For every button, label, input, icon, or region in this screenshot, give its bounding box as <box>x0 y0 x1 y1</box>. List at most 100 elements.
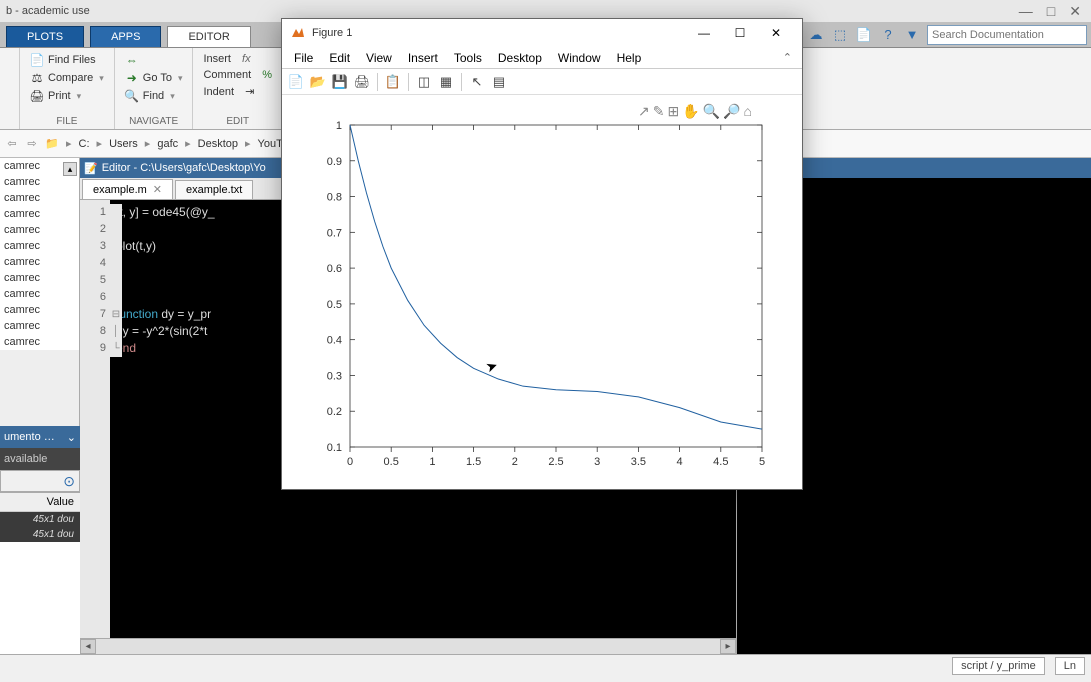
breadcrumb[interactable]: Users <box>109 138 138 150</box>
colorbar-icon[interactable]: ▦ <box>436 72 456 92</box>
chevron-down-icon: ▾ <box>99 73 104 84</box>
menu-help[interactable]: Help <box>609 49 650 67</box>
hscroll-right-icon[interactable]: ▸ <box>720 639 736 654</box>
main-window-title: b - academic use <box>6 5 90 17</box>
indent-icon: ⇥ <box>245 85 254 98</box>
quick-doc-icon[interactable]: 📄 <box>855 26 873 44</box>
tab-plots[interactable]: PLOTS <box>6 26 84 47</box>
compare-button[interactable]: ⚖Compare▾ <box>28 70 106 86</box>
editor-gutter: 123456789 <box>80 200 110 638</box>
left-column: camreccamreccamreccamreccamreccamreccamr… <box>0 158 80 654</box>
main-minimize-button[interactable]: — <box>1019 3 1033 19</box>
tab-editor[interactable]: EDITOR <box>167 26 250 47</box>
open-icon[interactable]: 📂 <box>308 72 328 92</box>
svg-text:1: 1 <box>429 456 435 468</box>
link-icon[interactable]: ◫ <box>414 72 434 92</box>
svg-text:0.8: 0.8 <box>327 192 342 204</box>
menu-desktop[interactable]: Desktop <box>490 49 550 67</box>
quick-layout-icon[interactable]: ⬚ <box>831 26 849 44</box>
figure-close-button[interactable]: ✕ <box>758 19 794 47</box>
svg-text:3.5: 3.5 <box>631 456 646 468</box>
group-label-navigate: NAVIGATE <box>123 116 185 127</box>
menu-collapse-icon[interactable]: ⌃ <box>783 51 798 64</box>
details-selected: available <box>0 448 80 470</box>
print-button[interactable]: 🖨Print▾ <box>28 88 106 104</box>
tab-apps[interactable]: APPS <box>90 26 161 47</box>
breadcrumb[interactable]: Desktop <box>198 138 238 150</box>
svg-text:0.9: 0.9 <box>327 156 342 168</box>
breadcrumb[interactable]: C: <box>79 138 90 150</box>
folder-icon[interactable]: 📁 <box>44 136 60 152</box>
find-files-button[interactable]: 📄Find Files <box>28 52 106 68</box>
svg-text:2.5: 2.5 <box>548 456 563 468</box>
menu-insert[interactable]: Insert <box>400 49 446 67</box>
workspace-panel: Value 45x1 dou 45x1 dou <box>0 492 80 654</box>
editor-tab[interactable]: example.txt <box>175 180 253 199</box>
menu-file[interactable]: File <box>286 49 321 67</box>
quick-help-icon[interactable]: ? <box>879 26 897 44</box>
nav-arrow-icon: ⇔ <box>125 53 139 67</box>
quick-addon-icon[interactable]: ☁ <box>807 26 825 44</box>
figure-menu-bar: File Edit View Insert Tools Desktop Wind… <box>282 47 802 69</box>
indent-button[interactable]: Indent ⇥ <box>201 84 274 99</box>
search-input[interactable] <box>927 25 1087 45</box>
workspace-col-header[interactable]: Value <box>0 493 80 512</box>
details-header[interactable]: umento … ⌄ <box>0 426 80 448</box>
find-files-icon: 📄 <box>30 53 44 67</box>
workspace-var-row[interactable]: 45x1 dou <box>0 527 80 542</box>
print-icon[interactable]: 🖨 <box>352 72 372 92</box>
pointer-icon[interactable]: ↖ <box>467 72 487 92</box>
menu-window[interactable]: Window <box>550 49 609 67</box>
percent-icon: % <box>262 69 272 81</box>
current-folder-panel: camreccamreccamreccamreccamreccamreccamr… <box>0 158 80 426</box>
close-icon[interactable]: ✕ <box>153 183 162 196</box>
panel-menu-icon[interactable]: ⊙ <box>63 473 75 490</box>
chevron-down-icon: ▾ <box>170 91 175 102</box>
find-button[interactable]: 🔍Find▾ <box>123 88 185 104</box>
workspace-header[interactable]: ⊙ <box>0 470 80 492</box>
figure-axes-area[interactable]: ↗ ✎ ⊞ ✋ 🔍 🔎 ⌂ 00.511.522.533.544.550.10.… <box>282 95 802 489</box>
breadcrumb[interactable]: gafc <box>157 138 178 150</box>
svg-text:4.5: 4.5 <box>713 456 728 468</box>
comment-button[interactable]: Comment % <box>201 68 274 82</box>
hscroll-left-icon[interactable]: ◂ <box>80 639 96 654</box>
goto-icon: ➜ <box>125 71 139 85</box>
svg-text:0.5: 0.5 <box>384 456 399 468</box>
workspace-var-row[interactable]: 45x1 dou <box>0 512 80 527</box>
figure-maximize-button[interactable]: ☐ <box>722 19 758 47</box>
group-label-file: FILE <box>28 116 106 127</box>
line-plot[interactable]: 00.511.522.533.544.550.10.20.30.40.50.60… <box>282 95 802 489</box>
scroll-up-icon[interactable]: ▴ <box>63 162 77 176</box>
figure-minimize-button[interactable]: — <box>686 19 722 47</box>
svg-text:0.1: 0.1 <box>327 442 342 454</box>
clipboard-icon[interactable]: 📋 <box>383 72 403 92</box>
back-icon[interactable]: ⇦ <box>4 136 20 152</box>
svg-text:4: 4 <box>677 456 683 468</box>
forward-icon[interactable]: ⇨ <box>24 136 40 152</box>
main-close-button[interactable]: ✕ <box>1069 3 1081 20</box>
menu-edit[interactable]: Edit <box>321 49 358 67</box>
nav-arrows-button[interactable]: ⇔ <box>123 52 185 68</box>
new-figure-icon[interactable]: 📄 <box>286 72 306 92</box>
status-bar: script / y_prime Ln <box>0 654 1091 676</box>
svg-text:0.2: 0.2 <box>327 406 342 418</box>
insert-button[interactable]: Insert fx <box>201 52 274 66</box>
matlab-icon <box>290 25 306 41</box>
group-label-edit: EDIT <box>201 116 274 127</box>
main-maximize-button[interactable]: □ <box>1047 3 1055 19</box>
menu-tools[interactable]: Tools <box>446 49 490 67</box>
fold-gutter[interactable]: ⊟│└ <box>110 204 122 357</box>
editor-hscroll[interactable]: ◂ ▸ <box>80 638 736 654</box>
figure-title-bar[interactable]: Figure 1 — ☐ ✕ <box>282 19 802 47</box>
svg-text:1.5: 1.5 <box>466 456 481 468</box>
editor-tab-active[interactable]: example.m ✕ <box>82 179 173 199</box>
quick-dropdown-icon[interactable]: ▼ <box>903 26 921 44</box>
editor-doc-icon: 📝 <box>84 162 98 175</box>
figure-window: Figure 1 — ☐ ✕ File Edit View Insert Too… <box>281 18 803 490</box>
fx-icon: fx <box>242 53 251 65</box>
figure-title-text: Figure 1 <box>312 27 686 39</box>
insert-legend-icon[interactable]: ▤ <box>489 72 509 92</box>
menu-view[interactable]: View <box>358 49 400 67</box>
goto-button[interactable]: ➜Go To▾ <box>123 70 185 86</box>
save-icon[interactable]: 💾 <box>330 72 350 92</box>
